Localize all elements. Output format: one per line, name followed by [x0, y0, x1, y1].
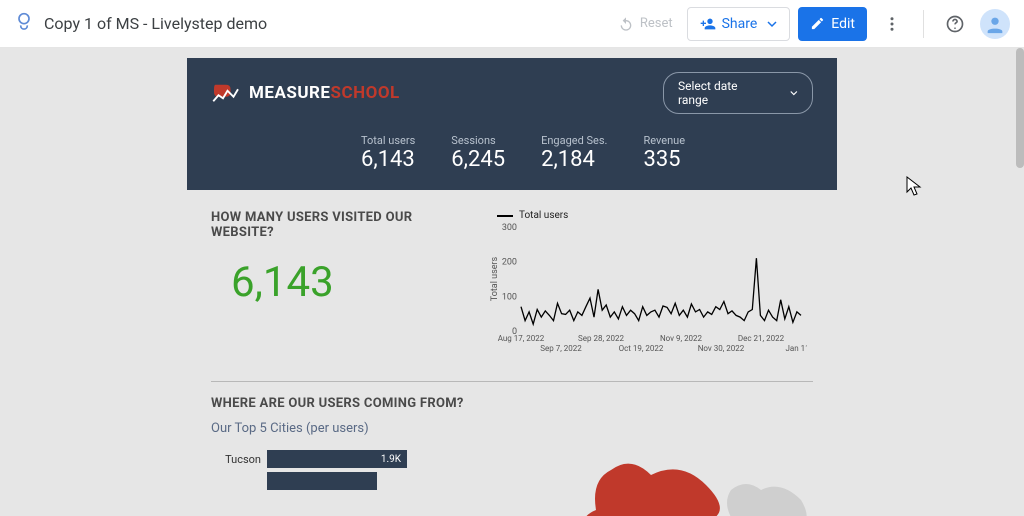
- pencil-icon: [810, 16, 825, 31]
- help-button[interactable]: [938, 7, 972, 41]
- section-cities: Tucson 1.9K: [211, 450, 813, 516]
- report-canvas[interactable]: MEASURESCHOOL Select date range Total us…: [0, 48, 1024, 516]
- svg-text:Sep 28, 2022: Sep 28, 2022: [578, 334, 625, 343]
- legend-swatch: [497, 215, 513, 217]
- metric-value: 2,184: [541, 147, 607, 172]
- edit-button[interactable]: Edit: [798, 7, 867, 41]
- report-page: MEASURESCHOOL Select date range Total us…: [187, 58, 837, 516]
- metric-label: Sessions: [451, 134, 505, 147]
- svg-text:Nov 30, 2022: Nov 30, 2022: [698, 344, 745, 353]
- section-users: HOW MANY USERS VISITED OUR WEBSITE? 6,14…: [211, 210, 813, 365]
- metric-sessions: Sessions6,245: [451, 134, 505, 172]
- svg-text:Aug 17, 2022: Aug 17, 2022: [498, 334, 545, 343]
- date-range-label: Select date range: [678, 79, 766, 107]
- svg-text:Total users: Total users: [490, 256, 500, 301]
- metric-label: Total users: [361, 134, 415, 147]
- svg-text:Dec 21, 2022: Dec 21, 2022: [738, 334, 785, 343]
- line-chart-svg: 0100200300Total usersAug 17, 2022Sep 7, …: [487, 221, 807, 361]
- svg-text:Nov 9, 2022: Nov 9, 2022: [660, 334, 703, 343]
- metric-value: 6,245: [451, 147, 505, 172]
- account-avatar[interactable]: [980, 9, 1010, 39]
- bar-value: 1.9K: [381, 454, 401, 465]
- metric-revenue: Revenue335: [643, 134, 685, 172]
- metrics-row: Total users6,143 Sessions6,245 Engaged S…: [211, 134, 813, 172]
- metric-label: Revenue: [643, 134, 685, 147]
- reset-label: Reset: [640, 16, 673, 31]
- bar-label: Tucson: [211, 453, 261, 466]
- scrollbar-thumb[interactable]: [1016, 48, 1024, 168]
- edit-label: Edit: [831, 16, 855, 32]
- subtitle-cities: Our Top 5 Cities (per users): [211, 421, 813, 436]
- legend-label: Total users: [519, 210, 568, 221]
- reset-button: Reset: [612, 12, 679, 36]
- svg-text:100: 100: [502, 292, 517, 302]
- brand-word-1: MEASURE: [249, 83, 331, 103]
- share-label: Share: [722, 16, 758, 32]
- svg-text:Jan 11,…: Jan 11,…: [785, 344, 807, 353]
- top-cities-bars: Tucson 1.9K: [211, 450, 511, 494]
- metric-total-users: Total users6,143: [361, 134, 415, 172]
- brand-text: MEASURESCHOOL: [249, 83, 400, 103]
- app-topbar: Copy 1 of MS - Livelystep demo Reset Sha…: [0, 0, 1024, 48]
- users-chart: Total users 0100200300Total usersAug 17,…: [487, 210, 813, 365]
- more-vert-icon: [883, 15, 901, 33]
- undo-icon: [618, 16, 634, 32]
- bar-track: [267, 472, 377, 490]
- help-icon: [945, 14, 965, 34]
- map-svg: [531, 450, 813, 516]
- svg-text:Oct 19, 2022: Oct 19, 2022: [619, 344, 664, 353]
- brand-word-2: SCHOOL: [331, 83, 400, 103]
- question-2: WHERE ARE OUR USERS COMING FROM?: [211, 396, 813, 411]
- topbar-right: Reset Share Edit: [612, 7, 1010, 41]
- date-range-selector[interactable]: Select date range: [663, 72, 813, 114]
- chevron-down-icon: [767, 19, 777, 29]
- report-header: MEASURESCHOOL Select date range Total us…: [187, 58, 837, 190]
- document-title[interactable]: Copy 1 of MS - Livelystep demo: [44, 14, 267, 33]
- topbar-divider: [923, 10, 924, 38]
- bar-row: [211, 472, 511, 490]
- bar-track: 1.9K: [267, 450, 407, 468]
- big-number: 6,143: [231, 258, 471, 307]
- topbar-left: Copy 1 of MS - Livelystep demo: [14, 12, 267, 36]
- chevron-down-icon: [790, 89, 798, 97]
- section-divider: [211, 381, 813, 382]
- metric-engaged: Engaged Ses.2,184: [541, 134, 607, 172]
- brand-logo-icon: [211, 81, 241, 105]
- report-body: HOW MANY USERS VISITED OUR WEBSITE? 6,14…: [187, 190, 837, 516]
- share-button[interactable]: Share: [687, 7, 791, 41]
- metric-value: 6,143: [361, 147, 415, 172]
- header-top-row: MEASURESCHOOL Select date range: [211, 72, 813, 114]
- svg-text:Sep 7, 2022: Sep 7, 2022: [540, 344, 582, 353]
- geo-map: [531, 450, 813, 516]
- mouse-cursor-icon: [906, 176, 922, 196]
- more-options-button[interactable]: [875, 7, 909, 41]
- brand: MEASURESCHOOL: [211, 81, 400, 105]
- metric-value: 335: [643, 147, 685, 172]
- chart-legend: Total users: [497, 210, 813, 221]
- users-left: HOW MANY USERS VISITED OUR WEBSITE? 6,14…: [211, 210, 471, 307]
- metric-label: Engaged Ses.: [541, 134, 607, 147]
- person-icon: [984, 13, 1006, 35]
- question-1: HOW MANY USERS VISITED OUR WEBSITE?: [211, 210, 471, 240]
- app-logo-icon: [14, 12, 34, 36]
- svg-text:300: 300: [502, 223, 517, 233]
- svg-text:200: 200: [502, 258, 517, 268]
- person-add-icon: [700, 16, 716, 32]
- bar-row: Tucson 1.9K: [211, 450, 511, 468]
